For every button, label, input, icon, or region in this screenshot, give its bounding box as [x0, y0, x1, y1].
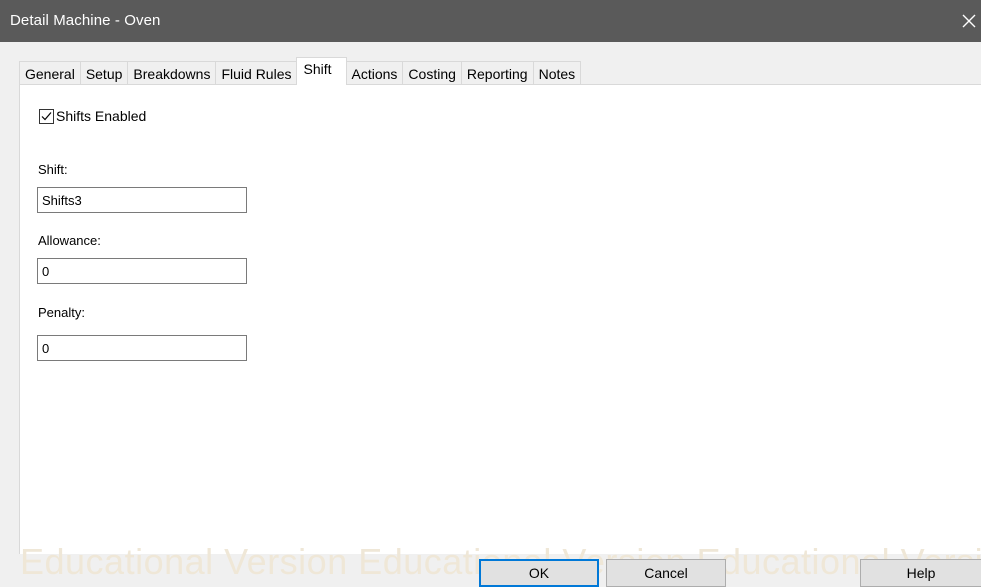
help-button-label: Help: [906, 565, 936, 581]
tab-label: General: [25, 65, 75, 82]
close-button[interactable]: [957, 0, 981, 42]
checkbox-box[interactable]: [39, 108, 54, 124]
cancel-button[interactable]: Cancel: [606, 559, 726, 587]
tab-label: Fluid Rules: [221, 65, 292, 82]
ok-button-label: OK: [528, 565, 550, 581]
tab-label: Costing: [408, 65, 456, 82]
tab-costing[interactable]: Costing: [402, 61, 462, 85]
checkmark-icon: [41, 111, 52, 120]
shift-label: Shift:: [38, 162, 68, 177]
close-icon: [962, 14, 976, 28]
penalty-field[interactable]: [37, 335, 247, 361]
cancel-button-label: Cancel: [644, 565, 688, 581]
tab-label: Setup: [85, 65, 123, 82]
shift-tab-panel: Shifts Enabled Shift: Allowance: Penalty…: [19, 84, 981, 554]
allowance-field[interactable]: [37, 258, 247, 284]
tab-label: Reporting: [466, 65, 528, 82]
tab-shift[interactable]: Shift: [296, 57, 347, 85]
title-bar[interactable]: Detail Machine - Oven: [0, 0, 981, 42]
allowance-label: Allowance:: [38, 233, 101, 248]
tab-fluid-rules[interactable]: Fluid Rules: [215, 61, 298, 85]
tab-notes[interactable]: Notes: [532, 61, 582, 85]
tab-actions[interactable]: Actions: [345, 61, 404, 85]
tab-general[interactable]: General: [19, 61, 81, 85]
detail-machine-dialog: Detail Machine - Oven General Setup Brea…: [0, 0, 981, 587]
tab-label: Actions: [351, 65, 398, 82]
tab-label: Notes: [538, 65, 576, 82]
window-title: Detail Machine - Oven: [10, 12, 161, 29]
help-button[interactable]: Help: [860, 559, 981, 587]
shift-field[interactable]: [37, 187, 247, 213]
tab-breakdowns[interactable]: Breakdowns: [127, 61, 217, 85]
ok-button[interactable]: OK: [479, 559, 599, 587]
shifts-enabled-label: Shifts Enabled: [56, 108, 147, 124]
tab-label: Breakdowns: [133, 65, 211, 82]
tab-label: Shift: [303, 60, 332, 77]
penalty-label: Penalty:: [38, 305, 85, 320]
tab-reporting[interactable]: Reporting: [460, 61, 534, 85]
tab-setup[interactable]: Setup: [79, 61, 129, 85]
shifts-enabled-checkbox[interactable]: Shifts Enabled: [39, 108, 146, 124]
tab-strip: General Setup Breakdowns Fluid Rules Shi…: [19, 57, 582, 85]
